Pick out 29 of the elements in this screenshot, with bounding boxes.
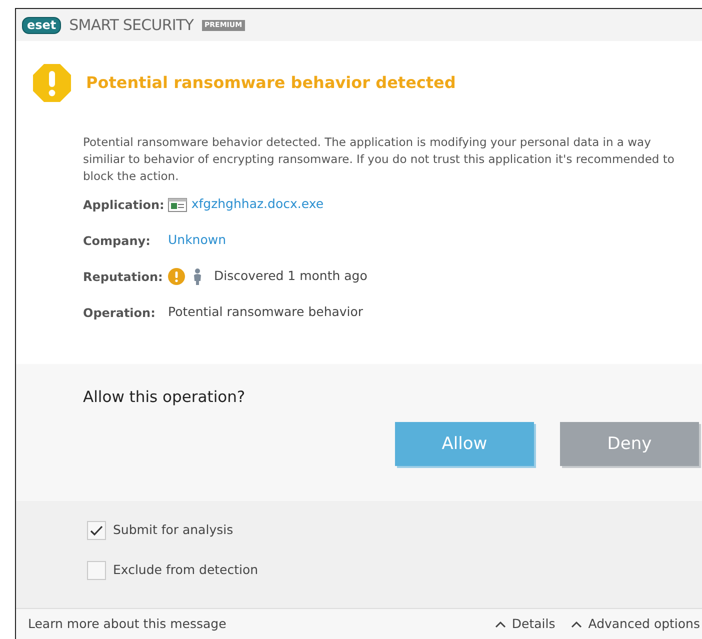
warning-icon xyxy=(168,268,185,285)
field-label: Application: xyxy=(83,196,166,214)
checkbox[interactable] xyxy=(87,521,106,540)
expand-link[interactable]: Advanced options xyxy=(571,614,700,634)
field-label: Reputation: xyxy=(83,268,164,286)
reputation-value: Discovered 1 month ago xyxy=(214,267,368,286)
company-link[interactable]: Unknown xyxy=(168,231,226,250)
deny-button[interactable]: Deny xyxy=(560,422,699,466)
expand-link[interactable]: Details xyxy=(494,614,556,634)
operation-value: Potential ransomware behavior xyxy=(168,303,364,322)
alert-description: Potential ransomware behavior detected. The application is modifying your personal data in a way similiar to behavior of encrypting ransomware. If you do not trust this application it's recommended to block the action. xyxy=(83,134,676,185)
check-icon xyxy=(90,525,103,536)
option-label: Exclude from detection xyxy=(113,561,258,580)
warning-icon xyxy=(32,63,72,103)
checkbox[interactable] xyxy=(87,561,106,580)
person-icon xyxy=(193,268,202,285)
learn-more-link[interactable]: Learn more about this message xyxy=(28,614,226,634)
logo: eset xyxy=(22,16,62,34)
caret-icon xyxy=(494,620,506,628)
product-name: SMART SECURITY xyxy=(69,14,194,36)
option-label: Submit for analysis xyxy=(113,521,234,540)
field-label: Company: xyxy=(83,232,152,250)
field-label: Operation: xyxy=(83,304,156,322)
question-text: Allow this operation? xyxy=(83,387,246,408)
application-link[interactable]: xfgzhghhaz.docx.exe xyxy=(191,195,324,214)
window-icon xyxy=(168,198,188,212)
alert-title: Potential ransomware behavior detected xyxy=(86,72,456,94)
caret-icon xyxy=(571,620,582,628)
allow-button[interactable]: Allow xyxy=(395,422,534,466)
